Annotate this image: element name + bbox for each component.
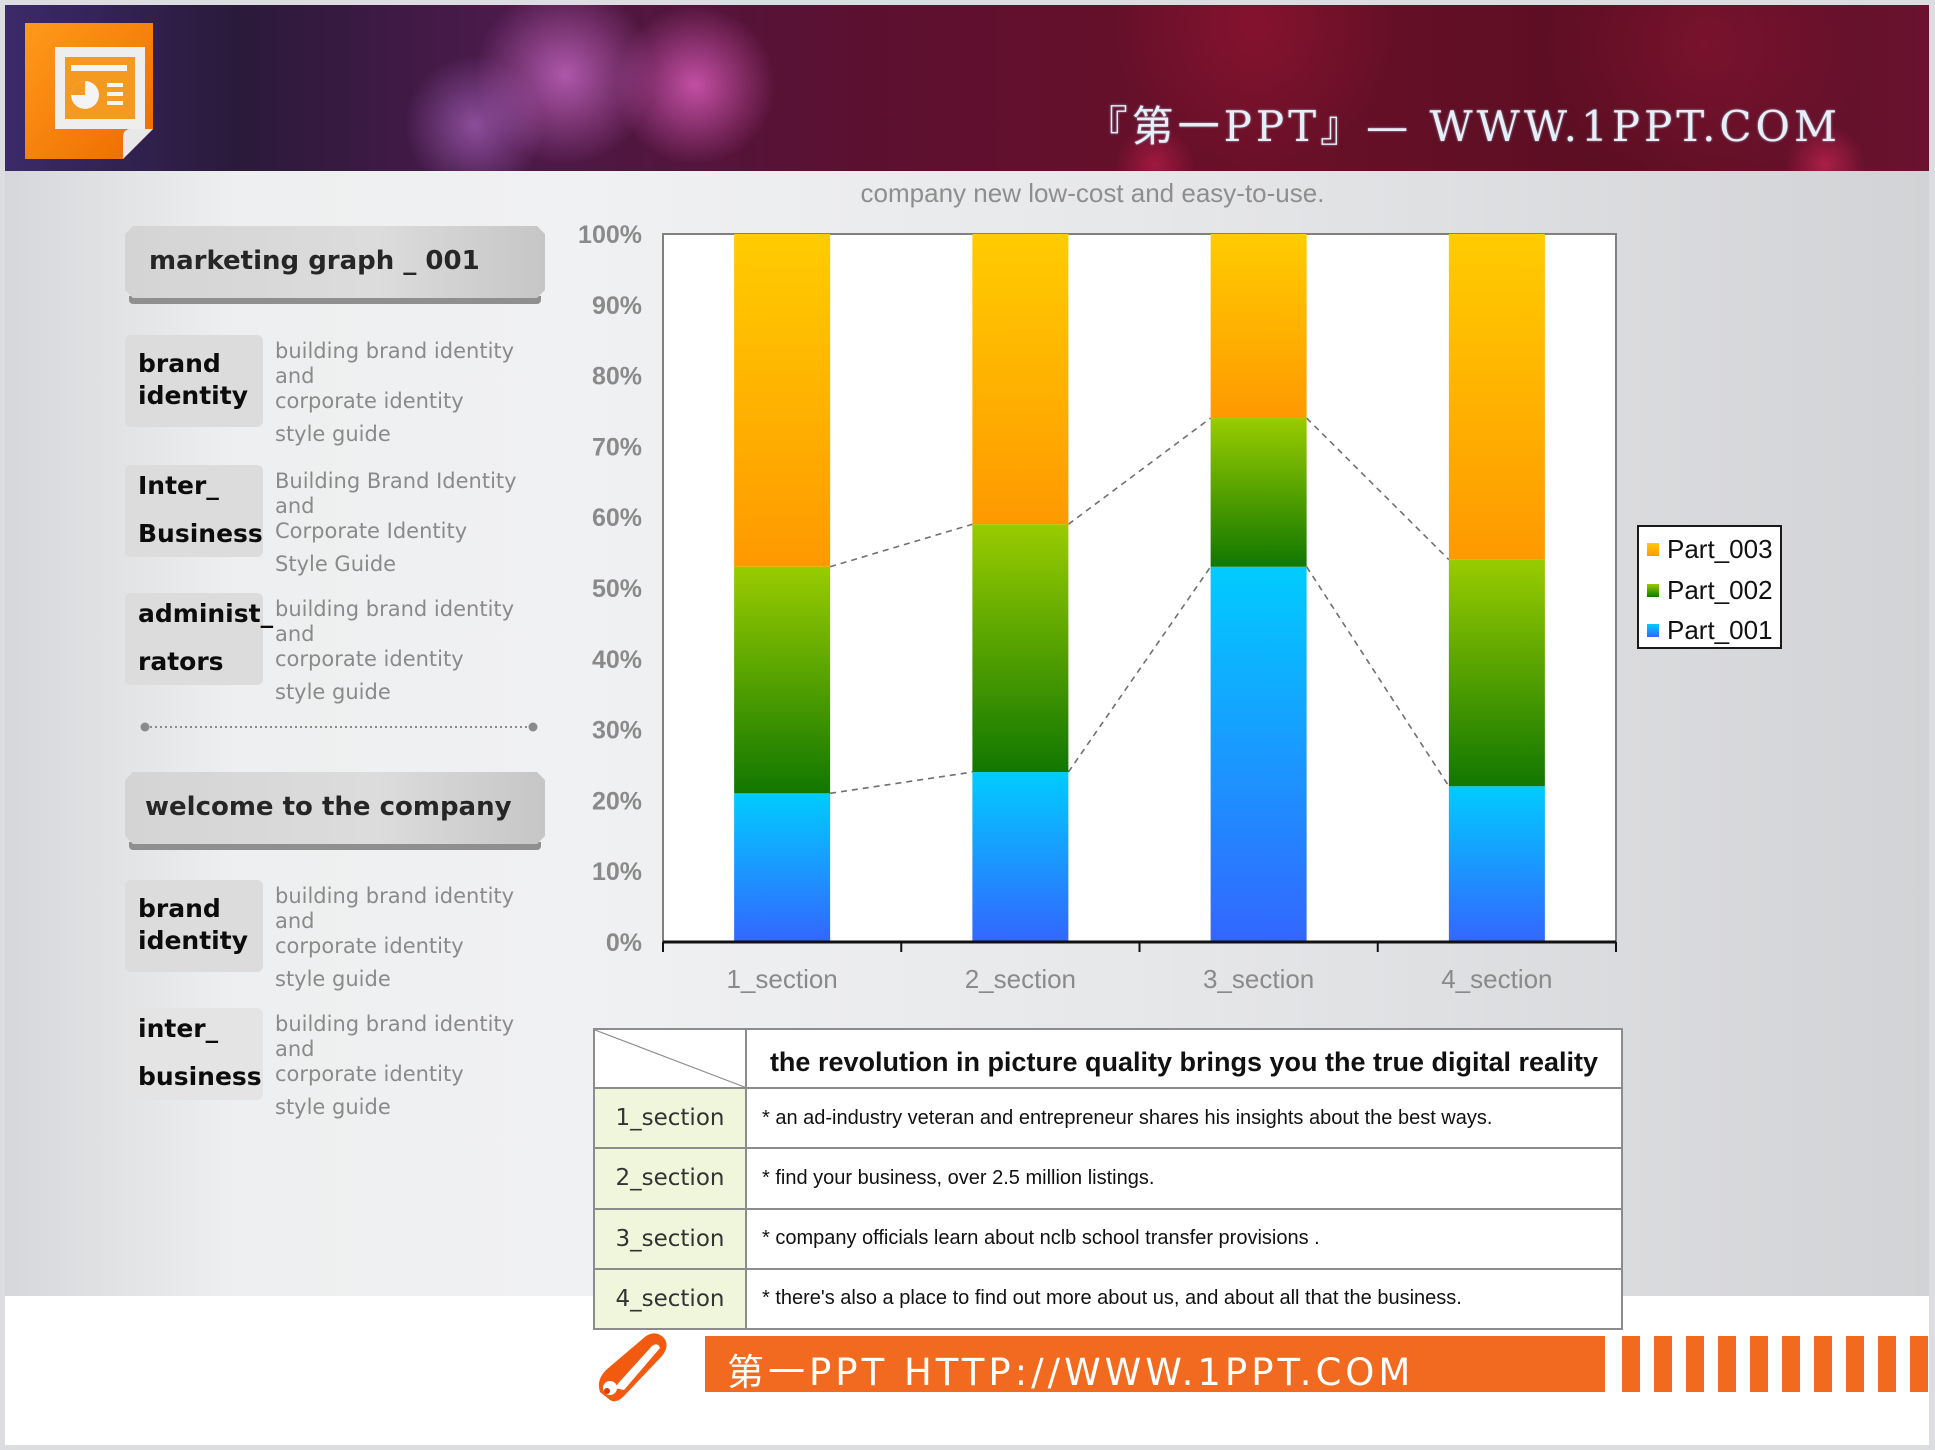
row-text: * there's also a place to find out more … <box>745 1267 1623 1331</box>
table-header: the revolution in picture quality brings… <box>745 1027 1623 1090</box>
legend-item-part-003: Part_003 <box>1647 531 1773 567</box>
presentation-file-icon <box>25 23 153 159</box>
item-tag: brand identity <box>125 335 263 427</box>
list-item: brand identity building brand identity a… <box>125 880 545 991</box>
y-tick-label: 30% <box>592 717 642 745</box>
footer-stripes <box>1622 1336 1935 1392</box>
legend-swatch <box>1647 583 1659 597</box>
list-item: inter_ business building brand identity … <box>125 1008 545 1119</box>
y-tick-label: 50% <box>592 575 642 603</box>
row-text: * company officials learn about nclb sch… <box>745 1207 1623 1270</box>
header-title: 『第一PPT』— WWW.1PPT.COM <box>1085 102 1841 151</box>
list-item: administ_ rators building brand identity… <box>125 593 545 704</box>
item-description: building brand identity and corporate id… <box>275 339 515 446</box>
bar-part-002-4 <box>1448 559 1545 787</box>
bar-part-003-1 <box>734 234 831 567</box>
y-tick-label: 0% <box>606 929 642 957</box>
y-tick-label: 70% <box>592 433 642 461</box>
table-row: 2_section * find your business, over 2.5… <box>593 1147 1623 1210</box>
chart-subtitle: company new low-cost and easy-to-use. <box>860 178 1325 208</box>
item-tag: brand identity <box>125 880 263 972</box>
table-row: 3_section * company officials learn abou… <box>593 1207 1623 1270</box>
table-row: 4_section * there's also a place to find… <box>593 1267 1623 1331</box>
bar-part-002-3 <box>1210 418 1307 567</box>
item-description: Building Brand Identity and Corporate Id… <box>275 469 517 576</box>
table-row: 1_section * an ad-industry veteran and e… <box>593 1087 1623 1150</box>
list-item: brand identity building brand identity a… <box>125 335 545 446</box>
x-tick-label: 1_section <box>726 964 837 994</box>
item-description: building brand identity and corporate id… <box>275 597 515 704</box>
diagonal-line <box>595 1030 745 1088</box>
row-label: 3_section <box>593 1207 747 1270</box>
x-tick-label: 2_section <box>965 964 1076 994</box>
item-description: building brand identity and corporate id… <box>275 1012 515 1119</box>
legend-item-part-001: Part_001 <box>1647 612 1773 648</box>
y-tick-label: 90% <box>592 292 642 320</box>
y-tick-label: 10% <box>592 858 642 886</box>
row-text: * an ad-industry veteran and entrepreneu… <box>745 1087 1623 1150</box>
y-tick-label: 60% <box>592 504 642 532</box>
header-banner: 『第一PPT』— WWW.1PPT.COM <box>5 5 1929 171</box>
section-heading-welcome: welcome to the company <box>125 772 545 852</box>
y-tick-label: 20% <box>592 787 642 815</box>
x-tick-label: 4_section <box>1441 964 1552 994</box>
bar-part-001-3 <box>1210 566 1307 942</box>
y-tick-label: 100% <box>578 221 642 249</box>
bar-part-002-1 <box>734 566 831 794</box>
row-label: 1_section <box>593 1087 747 1150</box>
section-heading-label: marketing graph _ 001 <box>149 246 480 276</box>
dotted-divider <box>140 722 538 732</box>
bar-part-003-3 <box>1210 234 1307 419</box>
x-tick-label: 3_section <box>1203 964 1314 994</box>
table-corner-cell <box>593 1027 747 1090</box>
y-tick-label: 40% <box>592 646 642 674</box>
item-tag: Inter_ Business <box>125 465 263 557</box>
section-heading-label: welcome to the company <box>145 792 512 822</box>
row-text: * find your business, over 2.5 million l… <box>745 1147 1623 1210</box>
footer-text: 第一PPT HTTP://WWW.1PPT.COM <box>727 1351 1415 1394</box>
y-tick-label: 80% <box>592 363 642 391</box>
legend-swatch <box>1647 542 1659 556</box>
footer-banner: 第一PPT HTTP://WWW.1PPT.COM <box>705 1336 1605 1394</box>
list-item: Inter_ Business Building Brand Identity … <box>125 465 545 576</box>
bar-part-003-2 <box>972 234 1069 525</box>
item-tag: administ_ rators <box>125 593 273 685</box>
item-tag: inter_ business <box>125 1008 263 1100</box>
bar-part-002-2 <box>972 524 1069 773</box>
legend-item-part-002: Part_002 <box>1647 572 1773 608</box>
bar-part-003-4 <box>1448 234 1545 560</box>
legend-swatch <box>1647 623 1659 637</box>
sections-table: the revolution in picture quality brings… <box>593 1027 1623 1331</box>
pencil-icon <box>598 1333 667 1402</box>
row-label: 4_section <box>593 1267 747 1331</box>
section-heading-marketing-graph: marketing graph _ 001 <box>125 226 545 306</box>
item-description: building brand identity and corporate id… <box>275 884 515 991</box>
table-header-row: the revolution in picture quality brings… <box>593 1027 1623 1090</box>
bar-part-001-1 <box>734 793 831 942</box>
chart-legend: Part_003 Part_002 Part_001 <box>1637 525 1782 649</box>
bar-part-001-4 <box>1448 786 1545 942</box>
bar-part-001-2 <box>972 772 1069 942</box>
row-label: 2_section <box>593 1147 747 1210</box>
